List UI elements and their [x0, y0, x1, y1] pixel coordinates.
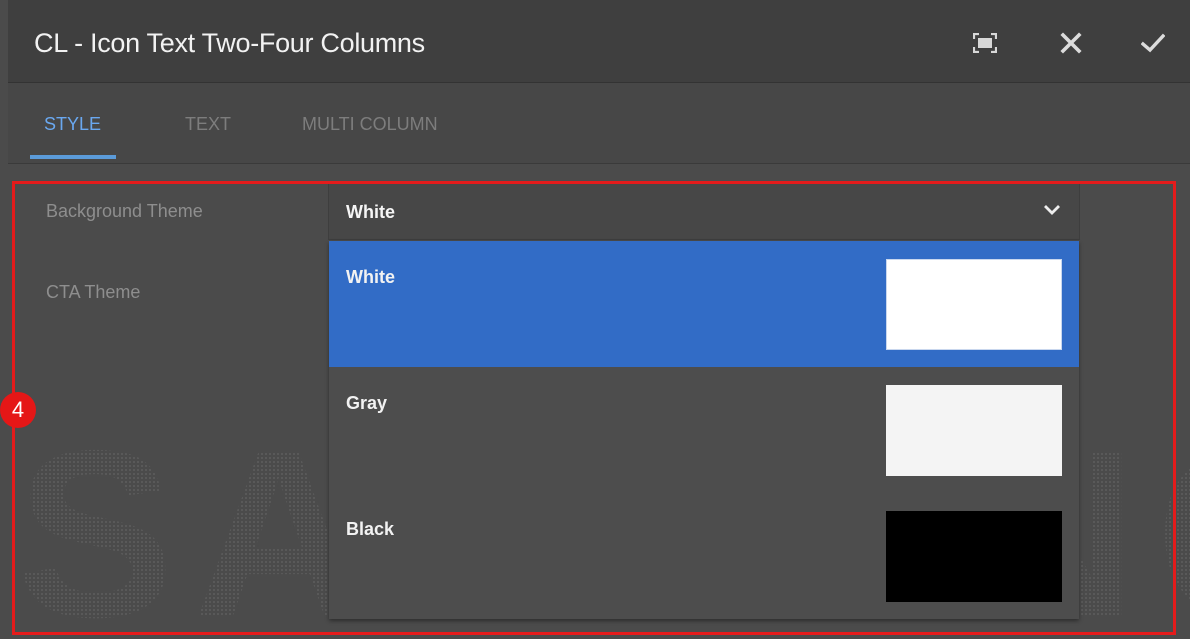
- gray-swatch: [886, 385, 1062, 476]
- black-swatch: [886, 511, 1062, 602]
- confirm-button[interactable]: [1138, 28, 1168, 58]
- tab-panel-style: SAMSUNG Background Theme CTA Theme White…: [8, 164, 1190, 639]
- close-button[interactable]: [1056, 28, 1086, 58]
- tab-text[interactable]: TEXT: [185, 114, 231, 135]
- option-gray[interactable]: Gray: [329, 367, 1079, 493]
- cta-theme-label: CTA Theme: [46, 282, 141, 302]
- background-theme-select[interactable]: White: [328, 182, 1080, 240]
- option-white[interactable]: White: [329, 241, 1079, 367]
- option-black[interactable]: Black: [329, 493, 1079, 619]
- select-value: White: [346, 202, 395, 222]
- background-theme-dropdown: White Gray Black: [329, 241, 1079, 619]
- checkmark-icon: [1141, 33, 1165, 53]
- dialog-header: CL - Icon Text Two-Four Columns: [8, 0, 1190, 83]
- dialog-title: CL - Icon Text Two-Four Columns: [34, 28, 425, 58]
- option-label: Gray: [346, 393, 388, 413]
- tab-multi-column[interactable]: MULTI COLUMN: [302, 114, 438, 135]
- close-icon: [1060, 32, 1082, 54]
- option-label: White: [346, 267, 395, 287]
- annotation-badge: 4: [0, 392, 36, 428]
- active-tab-indicator: [30, 155, 116, 159]
- option-label: Black: [346, 519, 395, 539]
- dialog: CL - Icon Text Two-Four Columns STYLE TE…: [8, 0, 1190, 639]
- tab-style[interactable]: STYLE: [44, 114, 101, 135]
- background-theme-label: Background Theme: [46, 201, 203, 221]
- chevron-down-icon: [1043, 203, 1061, 222]
- fullscreen-button[interactable]: [970, 28, 1000, 58]
- white-swatch: [886, 259, 1062, 350]
- fullscreen-icon: [973, 33, 997, 53]
- tab-bar: STYLE TEXT MULTI COLUMN: [8, 83, 1190, 164]
